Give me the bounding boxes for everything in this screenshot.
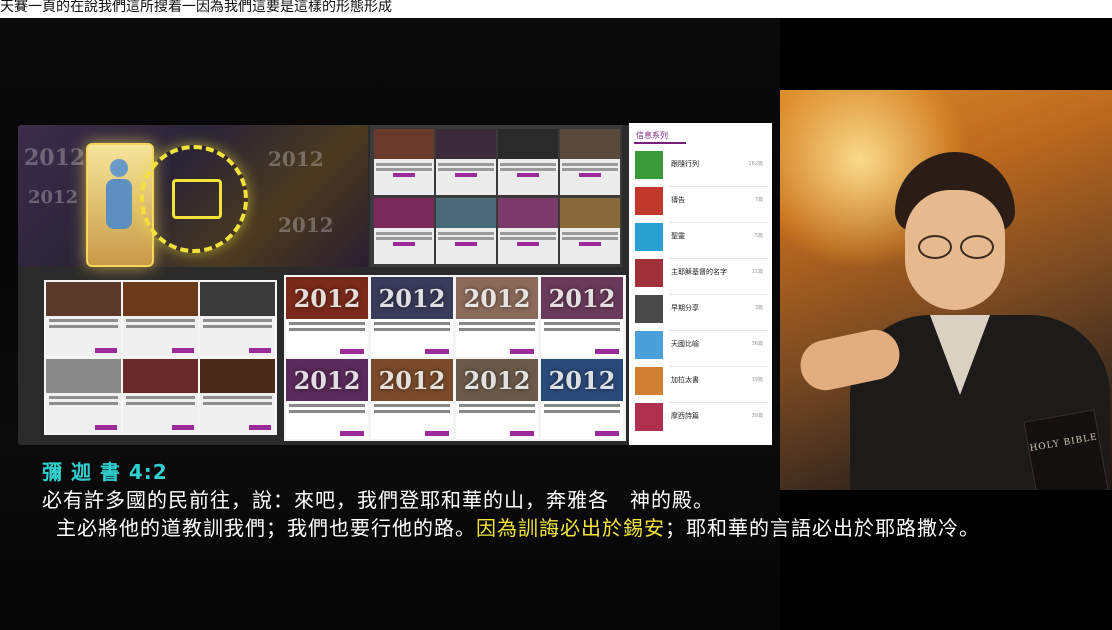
series-count: 11篇 [751, 269, 763, 275]
series-item[interactable]: 主耶穌基督的名字 11篇 [635, 259, 767, 295]
video-thumb-title: 2012 [286, 359, 368, 401]
video-card[interactable] [200, 282, 275, 356]
video-list-panel [44, 280, 277, 435]
video-thumb-title: 2012 [456, 277, 538, 319]
series-item[interactable]: 天國比喻 36篇 [635, 331, 767, 367]
series-thumbnail [635, 259, 663, 287]
video-card[interactable]: 2012 [541, 277, 623, 357]
video-card[interactable]: 2012 [371, 277, 453, 357]
series-count: 39篇 [751, 413, 763, 419]
video-card[interactable] [46, 359, 121, 433]
video-card[interactable]: 2012 [286, 359, 368, 439]
series-thumbnail [635, 403, 663, 431]
chain-ring-image [140, 145, 248, 253]
series-item[interactable]: 早期分享 3篇 [635, 295, 767, 331]
hero-year-text: 2012 [268, 147, 324, 171]
video-card[interactable] [123, 282, 198, 356]
series-panel-title: 信息系列 [634, 129, 686, 144]
series-count: 3篇 [754, 305, 763, 311]
video-thumb-title: 2012 [371, 359, 453, 401]
series-name: 加拉太書 [671, 376, 699, 384]
video-grid-top [370, 125, 622, 267]
series-name: 天國比喻 [671, 340, 699, 348]
verse-line-2: 主必將他的道教訓我們；我們也要行他的路。因為訓誨必出於錫安；耶和華的言語必出於耶… [56, 512, 980, 541]
video-card[interactable] [374, 198, 434, 264]
series-thumbnail [635, 151, 663, 179]
series-name: 摩西詩篇 [671, 412, 699, 420]
video-card[interactable]: 2012 [286, 277, 368, 357]
series-count: 36篇 [751, 341, 763, 347]
video-card[interactable] [560, 129, 620, 195]
video-thumb-title: 2012 [456, 359, 538, 401]
series-count: 5篇 [754, 233, 763, 239]
verse-line-2-end: ；耶和華的言語必出於耶路撒冷。 [665, 516, 980, 540]
video-card[interactable]: 2012 [456, 359, 538, 439]
video-card[interactable] [374, 129, 434, 195]
video-thumb-title: 2012 [541, 277, 623, 319]
series-item[interactable]: 加拉太書 39篇 [635, 367, 767, 403]
series-name: 聖靈 [671, 232, 685, 240]
glasses-icon [918, 235, 952, 259]
series-panel: 信息系列 跟隨行列 162篇 禱告 7篇 聖靈 5篇 主耶穌基督的名字 11篇 … [629, 123, 772, 445]
video-thumb-title: 2012 [286, 277, 368, 319]
series-name: 跟隨行列 [671, 160, 699, 168]
series-count: 162篇 [748, 161, 763, 167]
top-caption: 天賽一頁的在說我們這所搜着一因為我們這要是這樣的形態形成 [0, 0, 1112, 18]
video-card[interactable] [498, 198, 558, 264]
series-thumbnail [635, 223, 663, 251]
video-card[interactable] [436, 198, 496, 264]
year-video-grid: 2012 2012 2012 2012 2012 2012 2012 2012 [284, 275, 626, 441]
video-card[interactable]: 2012 [456, 277, 538, 357]
video-thumb-title: 2012 [371, 277, 453, 319]
hero-year-text: 2012 [24, 145, 86, 171]
video-card[interactable] [46, 282, 121, 356]
video-card[interactable] [560, 198, 620, 264]
bible-label: HOLY BIBLE [1029, 432, 1099, 455]
series-thumbnail [635, 295, 663, 323]
verse-line-2-start: 主必將他的道教訓我們；我們也要行他的路。 [56, 516, 476, 540]
series-item[interactable]: 禱告 7篇 [635, 187, 767, 223]
hero-year-text: 2012 [278, 213, 334, 237]
series-item[interactable]: 跟隨行列 162篇 [635, 151, 767, 187]
series-name: 禱告 [671, 196, 685, 204]
series-count: 39篇 [751, 377, 763, 383]
series-thumbnail [635, 367, 663, 395]
hero-banner: 2012 2012 2012 2012 [18, 125, 368, 267]
series-name: 早期分享 [671, 304, 699, 312]
verse-highlight: 因為訓誨必出於錫安 [476, 516, 665, 540]
series-name: 主耶穌基督的名字 [671, 268, 727, 276]
video-card[interactable] [436, 129, 496, 195]
video-card[interactable] [498, 129, 558, 195]
series-count: 7篇 [754, 197, 763, 203]
video-thumb-title: 2012 [541, 359, 623, 401]
verse-reference: 彌 迦 書 4:2 [42, 460, 168, 484]
speaker-illustration: HOLY BIBLE [780, 90, 1112, 490]
series-item[interactable]: 摩西詩篇 39篇 [635, 403, 767, 433]
series-item[interactable]: 聖靈 5篇 [635, 223, 767, 259]
bible-book: HOLY BIBLE [1023, 409, 1109, 490]
hero-year-text: 2012 [28, 187, 79, 208]
series-thumbnail [635, 331, 663, 359]
video-card[interactable] [123, 359, 198, 433]
verse-line-1: 必有許多國的民前往，說：來吧，我們登耶和華的山，奔雅各 神的殿。 [42, 488, 714, 512]
series-thumbnail [635, 187, 663, 215]
video-card[interactable]: 2012 [541, 359, 623, 439]
video-card[interactable] [200, 359, 275, 433]
video-card[interactable]: 2012 [371, 359, 453, 439]
